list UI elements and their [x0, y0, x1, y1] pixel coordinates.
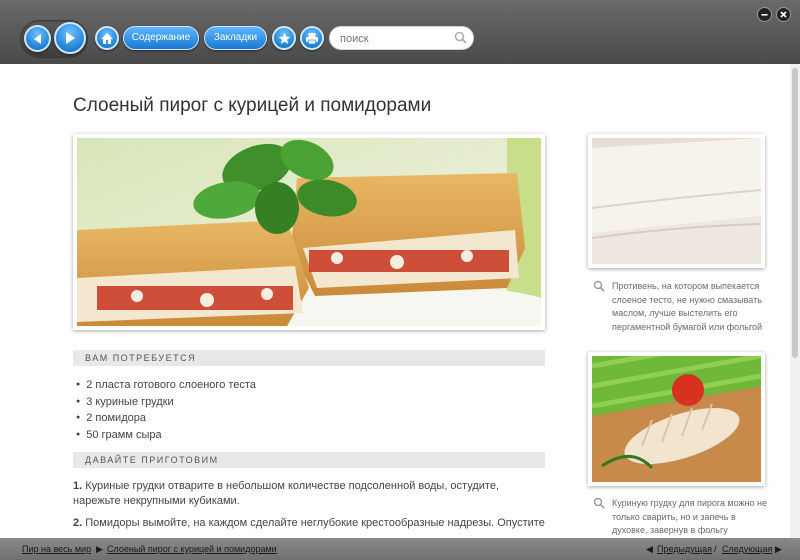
scrollbar-thumb[interactable]: [792, 68, 798, 358]
list-item: 2 помидора: [76, 411, 256, 428]
preparation-heading: ДАВАЙТЕ ПРИГОТОВИМ: [73, 452, 545, 468]
ingredients-list: 2 пласта готового слоеного теста 3 курин…: [76, 378, 256, 445]
chicken-image: [592, 356, 761, 482]
ingredients-heading: ВАМ ПОТРЕБУЕТСЯ: [73, 350, 545, 366]
print-button[interactable]: [300, 26, 324, 50]
contents-button[interactable]: Содержание: [123, 26, 199, 50]
caption-chicken: Куриную грудку для пирога можно не тольк…: [612, 498, 768, 535]
search-icon[interactable]: [454, 31, 467, 44]
sidebar-photo-dough: [588, 134, 765, 268]
footer-bar: Пир на весь мир ▶ Слоеный пирог с курице…: [0, 538, 800, 560]
minimize-button[interactable]: [757, 7, 772, 22]
close-icon: [780, 11, 787, 18]
toolbar: Содержание Закладки: [0, 0, 800, 64]
breadcrumb-current-link[interactable]: Слоеный пирог с курицей и помидорами: [107, 544, 277, 554]
main-photo: [73, 134, 545, 330]
step-text: Куриные грудки отварите в небольшом коли…: [73, 480, 499, 507]
back-button[interactable]: [24, 25, 51, 52]
search-input[interactable]: [340, 31, 450, 47]
close-button[interactable]: [776, 7, 791, 22]
bookmarks-button[interactable]: Закладки: [204, 26, 267, 50]
magnifier-icon: [593, 280, 605, 292]
prev-page-link[interactable]: Предыдущая: [657, 544, 712, 554]
step-text: Помидоры вымойте, на каждом сделайте нег…: [85, 517, 545, 529]
caption-dough: Противень, на котором выпекается слоеное…: [612, 281, 763, 332]
page-title: Слоеный пирог с курицей и помидорами: [73, 95, 432, 116]
list-item: 2 пласта готового слоеного теста: [76, 378, 256, 395]
nav-separator: /: [714, 544, 717, 554]
magnifier-icon: [593, 497, 605, 509]
minimize-icon: [761, 14, 768, 16]
next-arrow-icon: ▶: [775, 544, 782, 554]
breadcrumb-arrow-icon: ▶: [96, 544, 103, 554]
list-item: 3 куриные грудки: [76, 395, 256, 412]
pie-photo-image: [77, 138, 541, 326]
step-2: 2. Помидоры вымойте, на каждом сделайте …: [73, 516, 545, 531]
search-box[interactable]: [329, 26, 474, 50]
favorite-button[interactable]: [272, 26, 296, 50]
dough-image: [592, 138, 761, 264]
forward-button[interactable]: [54, 22, 86, 54]
next-page-link[interactable]: Следующая: [722, 544, 772, 554]
star-icon: [278, 32, 290, 44]
step-number: 1.: [73, 480, 83, 492]
list-item: 50 грамм сыра: [76, 428, 256, 445]
forward-arrow-icon: [66, 32, 75, 44]
prev-arrow-icon: ◀: [646, 544, 653, 554]
sidebar-photo-chicken: [588, 352, 765, 486]
step-1: 1. Куриные грудки отварите в небольшом к…: [73, 479, 545, 509]
home-icon: [101, 32, 113, 44]
back-arrow-icon: [33, 33, 41, 44]
printer-icon: [306, 32, 318, 44]
breadcrumb-root-link[interactable]: Пир на весь мир: [22, 544, 91, 554]
home-button[interactable]: [95, 26, 119, 50]
step-number: 2.: [73, 517, 83, 529]
